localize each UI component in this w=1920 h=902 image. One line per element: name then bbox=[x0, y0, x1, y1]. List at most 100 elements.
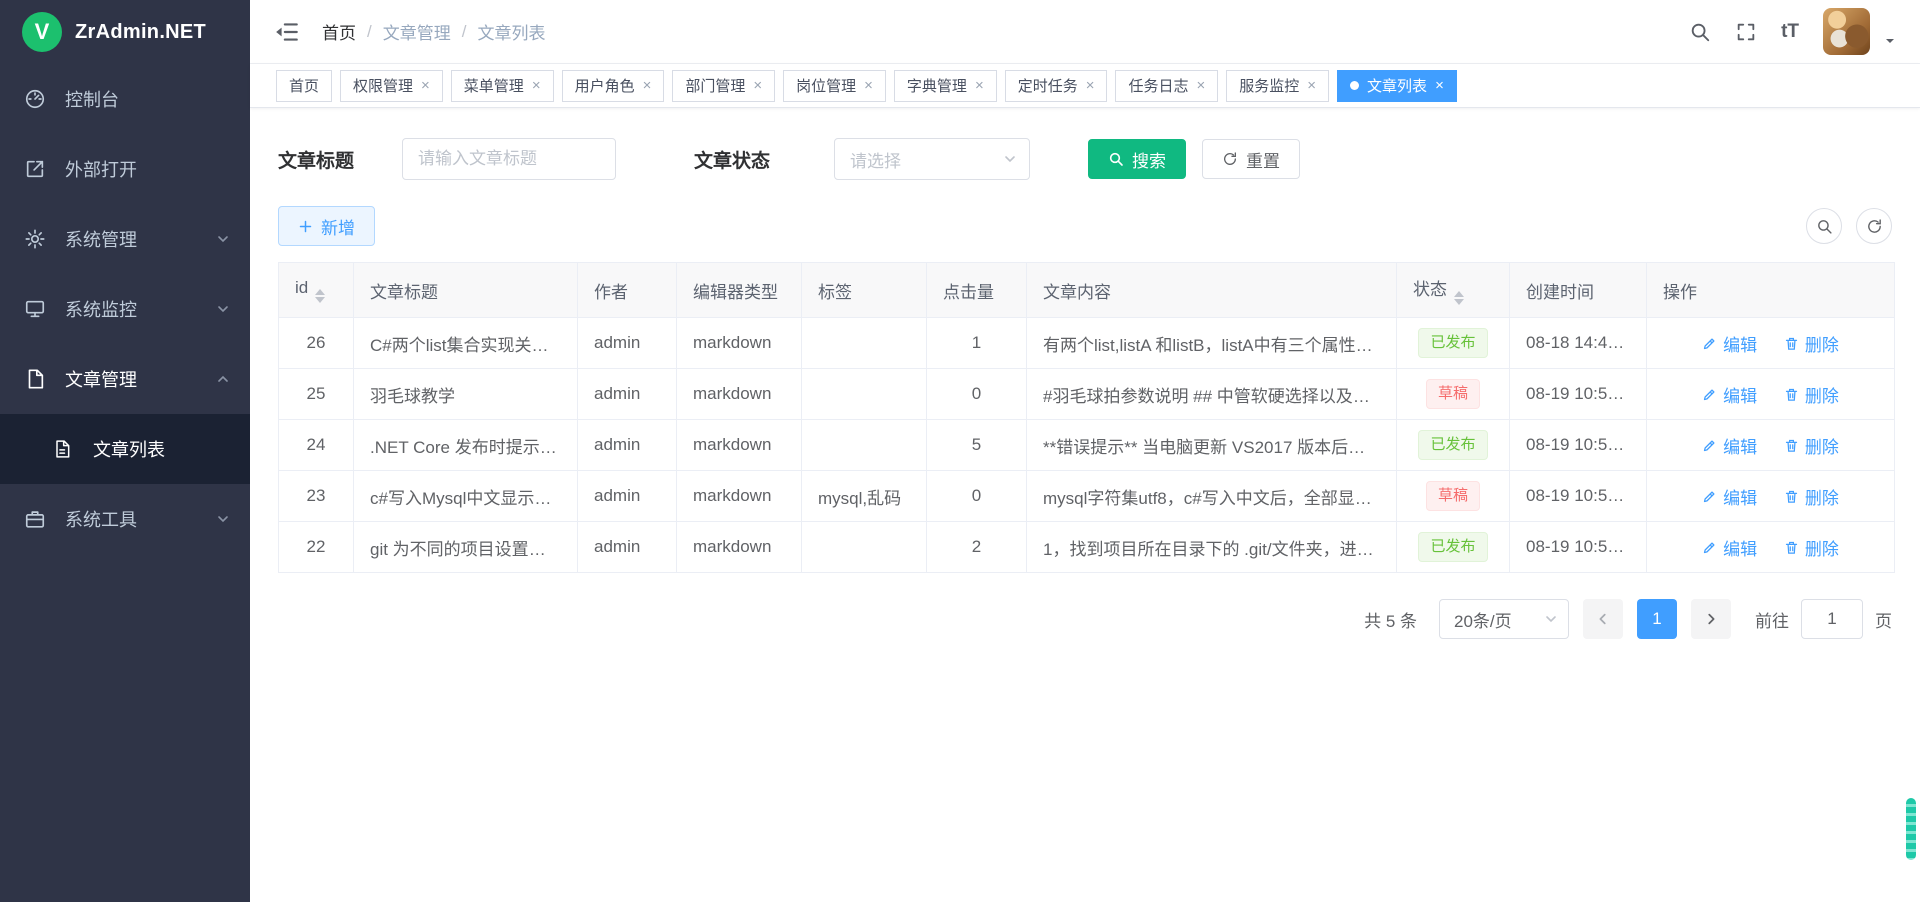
sidebar-item-external-open[interactable]: 外部打开 bbox=[0, 134, 250, 204]
app-logo[interactable]: V ZrAdmin.NET bbox=[0, 0, 250, 64]
sidebar-item-system-mgmt[interactable]: 系统管理 bbox=[0, 204, 250, 274]
table-header-row: id 文章标题 作者 编辑器类型 标签 点击量 文章内容 状态 创建时间 操作 bbox=[279, 263, 1895, 318]
reset-button[interactable]: 重置 bbox=[1202, 139, 1300, 179]
tab-permission-mgmt[interactable]: 权限管理 × bbox=[340, 70, 443, 102]
sidebar-item-system-monitor[interactable]: 系统监控 bbox=[0, 274, 250, 344]
delete-button[interactable]: 删除 bbox=[1784, 331, 1839, 356]
article-status-select[interactable]: 请选择 bbox=[834, 138, 1030, 180]
prev-page-button[interactable] bbox=[1583, 599, 1623, 639]
tab-user-roles[interactable]: 用户角色× bbox=[562, 70, 665, 102]
user-avatar[interactable] bbox=[1823, 8, 1870, 55]
tab-article-list[interactable]: 文章列表 × bbox=[1337, 70, 1457, 102]
tab-dict-mgmt[interactable]: 字典管理 × bbox=[894, 70, 997, 102]
sidebar-item-article-list[interactable]: 文章列表 bbox=[0, 414, 250, 484]
close-icon[interactable]: × bbox=[421, 78, 430, 93]
tab-label: 菜单管理 bbox=[464, 75, 524, 96]
page-size-select[interactable]: 20条/页 bbox=[1439, 599, 1569, 639]
edit-button[interactable]: 编辑 bbox=[1702, 382, 1757, 407]
edit-button[interactable]: 编辑 bbox=[1702, 535, 1757, 560]
tab-label: 任务日志 bbox=[1128, 75, 1188, 96]
cell-author: admin bbox=[578, 471, 677, 522]
close-icon[interactable]: × bbox=[643, 78, 652, 93]
cell-tags bbox=[802, 522, 927, 573]
sidebar-item-dashboard[interactable]: 控制台 bbox=[0, 64, 250, 134]
search-icon bbox=[1108, 151, 1124, 167]
toggle-search-button[interactable] bbox=[1806, 208, 1842, 244]
tab-menu-mgmt[interactable]: 菜单管理 × bbox=[451, 70, 554, 102]
table-row[interactable]: 26 C#两个list集合实现关联，... admin markdown 1 有… bbox=[279, 318, 1895, 369]
delete-button[interactable]: 删除 bbox=[1784, 535, 1839, 560]
breadcrumb-article-mgmt[interactable]: 文章管理 bbox=[383, 19, 451, 44]
page-number-1[interactable]: 1 bbox=[1637, 599, 1677, 639]
status-badge: 草稿 bbox=[1426, 481, 1480, 511]
edit-button[interactable]: 编辑 bbox=[1702, 331, 1757, 356]
cell-title: C#两个list集合实现关联，... bbox=[354, 318, 578, 369]
status-badge: 已发布 bbox=[1418, 532, 1487, 562]
close-icon[interactable]: × bbox=[1435, 78, 1444, 93]
delete-button[interactable]: 删除 bbox=[1784, 382, 1839, 407]
col-content: 文章内容 bbox=[1027, 263, 1397, 318]
edit-button[interactable]: 编辑 bbox=[1702, 484, 1757, 509]
article-title-input[interactable] bbox=[402, 138, 616, 180]
close-icon[interactable]: × bbox=[1197, 78, 1206, 93]
tab-label: 文章列表 bbox=[1367, 75, 1427, 96]
font-size-icon[interactable]: tT bbox=[1781, 21, 1799, 43]
tab-label: 字典管理 bbox=[907, 75, 967, 96]
col-operations: 操作 bbox=[1647, 263, 1895, 318]
breadcrumb-home[interactable]: 首页 bbox=[322, 19, 356, 44]
breadcrumb-separator: / bbox=[367, 22, 372, 42]
close-icon[interactable]: × bbox=[975, 78, 984, 93]
next-page-button[interactable] bbox=[1691, 599, 1731, 639]
edit-button[interactable]: 编辑 bbox=[1702, 433, 1757, 458]
sort-icon[interactable] bbox=[315, 289, 325, 303]
tab-label: 权限管理 bbox=[353, 75, 413, 96]
delete-button[interactable]: 删除 bbox=[1784, 433, 1839, 458]
sidebar-item-article-mgmt[interactable]: 文章管理 bbox=[0, 344, 250, 414]
goto-page-input[interactable] bbox=[1801, 599, 1863, 639]
cell-hits: 0 bbox=[927, 369, 1027, 420]
table-row[interactable]: 23 c#写入Mysql中文显示乱码 ... admin markdown my… bbox=[279, 471, 1895, 522]
close-icon[interactable]: × bbox=[1307, 78, 1316, 93]
cell-created: 08-19 10:51:29 bbox=[1510, 369, 1647, 420]
close-icon[interactable]: × bbox=[532, 78, 541, 93]
col-id[interactable]: id bbox=[279, 263, 354, 318]
table-row[interactable]: 22 git 为不同的项目设置不同... admin markdown 2 1，… bbox=[279, 522, 1895, 573]
close-icon[interactable]: × bbox=[1086, 78, 1095, 93]
fullscreen-icon[interactable] bbox=[1735, 21, 1757, 43]
sidebar-item-system-tools[interactable]: 系统工具 bbox=[0, 484, 250, 554]
sort-icon[interactable] bbox=[1454, 291, 1464, 305]
goto-suffix: 页 bbox=[1875, 607, 1892, 632]
table-row[interactable]: 24 .NET Core 发布时提示.NET... admin markdown… bbox=[279, 420, 1895, 471]
refresh-icon bbox=[1222, 151, 1238, 167]
cell-id: 22 bbox=[279, 522, 354, 573]
scrollbar-thumb[interactable] bbox=[1906, 798, 1916, 860]
close-icon[interactable]: × bbox=[753, 78, 762, 93]
tab-label: 定时任务 bbox=[1018, 75, 1078, 96]
cell-content: #羽毛球拍参数说明 ## 中管软硬选择以及长度介... bbox=[1027, 369, 1397, 420]
tab-service-monitor[interactable]: 服务监控× bbox=[1226, 70, 1329, 102]
table-row[interactable]: 25 羽毛球教学 admin markdown 0 #羽毛球拍参数说明 ## 中… bbox=[279, 369, 1895, 420]
tab-home[interactable]: 首页 bbox=[276, 70, 332, 102]
search-button[interactable]: 搜索 bbox=[1088, 139, 1186, 179]
external-link-icon bbox=[24, 158, 50, 180]
sidebar-item-label: 系统工具 bbox=[65, 506, 137, 532]
search-icon[interactable] bbox=[1689, 21, 1711, 43]
tab-cron-jobs[interactable]: 定时任务 × bbox=[1005, 70, 1108, 102]
add-button[interactable]: 新增 bbox=[278, 206, 375, 246]
cell-created: 08-18 14:41:36 bbox=[1510, 318, 1647, 369]
close-icon[interactable]: × bbox=[864, 78, 873, 93]
tab-post-mgmt[interactable]: 岗位管理× bbox=[783, 70, 886, 102]
cell-tags: mysql,乱码 bbox=[802, 471, 927, 522]
refresh-table-button[interactable] bbox=[1856, 208, 1892, 244]
articles-table: id 文章标题 作者 编辑器类型 标签 点击量 文章内容 状态 创建时间 操作 bbox=[278, 262, 1895, 573]
sidebar-collapse-icon[interactable] bbox=[274, 19, 300, 45]
cell-tags bbox=[802, 420, 927, 471]
tab-dept-mgmt[interactable]: 部门管理× bbox=[672, 70, 775, 102]
cell-editor: markdown bbox=[677, 318, 802, 369]
sidebar-item-label: 系统监控 bbox=[65, 296, 137, 322]
chevron-down-icon[interactable] bbox=[1884, 35, 1896, 47]
delete-button[interactable]: 删除 bbox=[1784, 484, 1839, 509]
col-status[interactable]: 状态 bbox=[1397, 263, 1510, 318]
sidebar-item-label: 外部打开 bbox=[65, 156, 137, 182]
tab-job-logs[interactable]: 任务日志 × bbox=[1115, 70, 1218, 102]
